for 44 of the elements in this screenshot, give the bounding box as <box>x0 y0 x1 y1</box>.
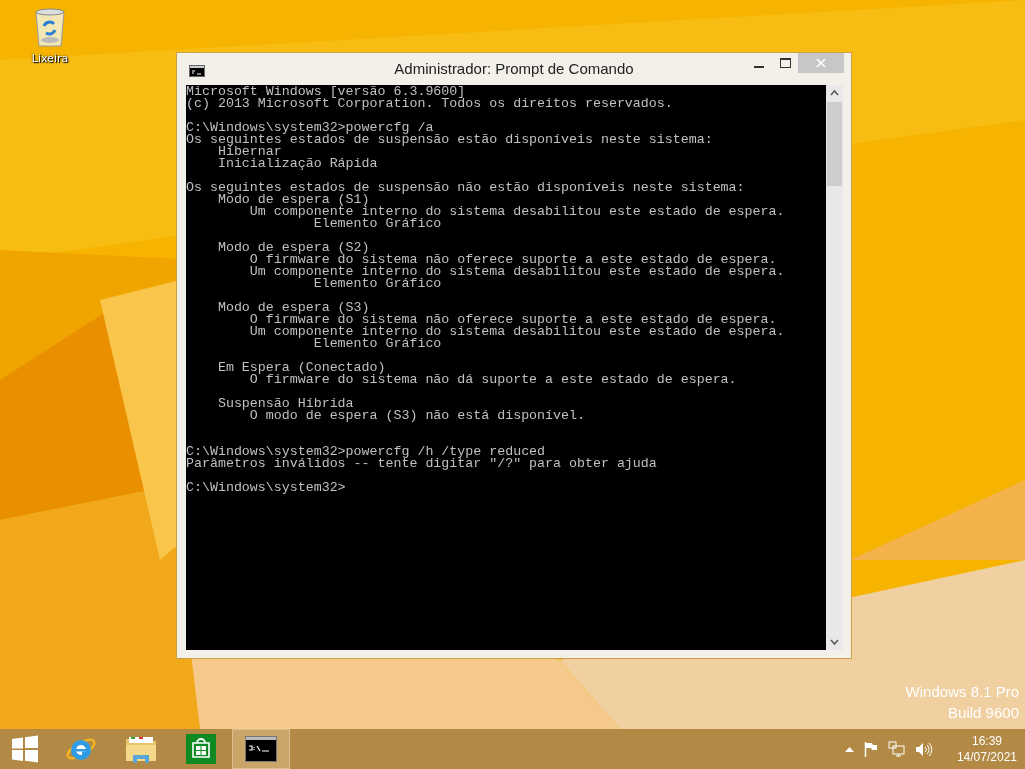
flag-icon[interactable] <box>863 741 878 757</box>
maximize-icon <box>779 58 791 68</box>
console-line: Inicialização Rápida <box>216 158 378 170</box>
build-text: Build 9600 <box>948 704 1019 721</box>
recycle-bin-icon[interactable] <box>33 8 67 48</box>
console-line: Os seguintes estados de suspensão não estão disponíveis neste sistema: <box>186 182 745 194</box>
console-line: O firmware do sistema não dá suporte a este estado de espera. <box>249 374 737 386</box>
console-line: O firmware do sistema não oferece suporte a este estado de espera. <box>248 254 777 266</box>
console-line: Modo de espera (S3) <box>216 302 370 314</box>
console-icon <box>245 736 277 762</box>
clock[interactable]: 16:39 14/07/2021 <box>956 733 1017 765</box>
network-icon[interactable] <box>887 741 905 757</box>
console-line: Um componente interno do sistema desabilitou este estado de espera. <box>248 206 785 218</box>
speaker-icon[interactable] <box>914 741 933 757</box>
windows-logo-icon <box>11 735 39 763</box>
close-icon <box>816 58 826 68</box>
console-line: O firmware do sistema não oferece suporte a este estado de espera. <box>248 314 777 326</box>
store-icon <box>186 734 216 764</box>
edition-text: Windows 8.1 Pro <box>905 683 1019 700</box>
console-line: Elemento Gráfico <box>313 278 442 290</box>
console-line: Modo de espera (S2) <box>216 242 370 254</box>
minimize-icon <box>754 65 764 68</box>
console-line: Os seguintes estados de suspensão estão disponíveis neste sistema: <box>186 134 713 146</box>
console-line: (c) 2013 Microsoft Corporation. Todos os direitos reservados. <box>186 98 673 110</box>
console-line: Parâmetros inválidos -- tente digitar "/?" para obter ajuda <box>186 458 657 470</box>
console-line: Suspensão Híbrida <box>216 398 354 410</box>
console-line: Microsoft Windows [versão 6.3.9600] <box>186 86 466 98</box>
console-line: Em Espera (Conectado) <box>216 362 386 374</box>
console-line: Um componente interno do sistema desabilitou este estado de espera. <box>248 326 785 338</box>
console-line: Elemento Gráfico <box>313 338 442 350</box>
taskbar-button[interactable] <box>232 729 290 769</box>
console-line: C:\Windows\system32> <box>186 482 346 494</box>
console-line: O modo de espera (S3) não está disponível. <box>249 410 585 422</box>
console-line: Elemento Gráfico <box>313 218 442 230</box>
console-line: C:\Windows\system32>powercfg /h /type reduced <box>186 446 546 458</box>
console-line: Hibernar <box>217 146 282 158</box>
scroll-thumb[interactable] <box>827 102 842 186</box>
console-line: Um componente interno do sistema desabilitou este estado de espera. <box>248 266 785 278</box>
caret-icon[interactable] <box>844 746 854 752</box>
console-line: C:\Windows\system32>powercfg /a <box>186 122 434 134</box>
window-title: Administrador: Prompt de Comando <box>394 60 634 77</box>
icon-label: Lixeira <box>31 52 69 65</box>
console-line: Modo de espera (S1) <box>217 194 370 206</box>
console-icon <box>189 65 205 77</box>
